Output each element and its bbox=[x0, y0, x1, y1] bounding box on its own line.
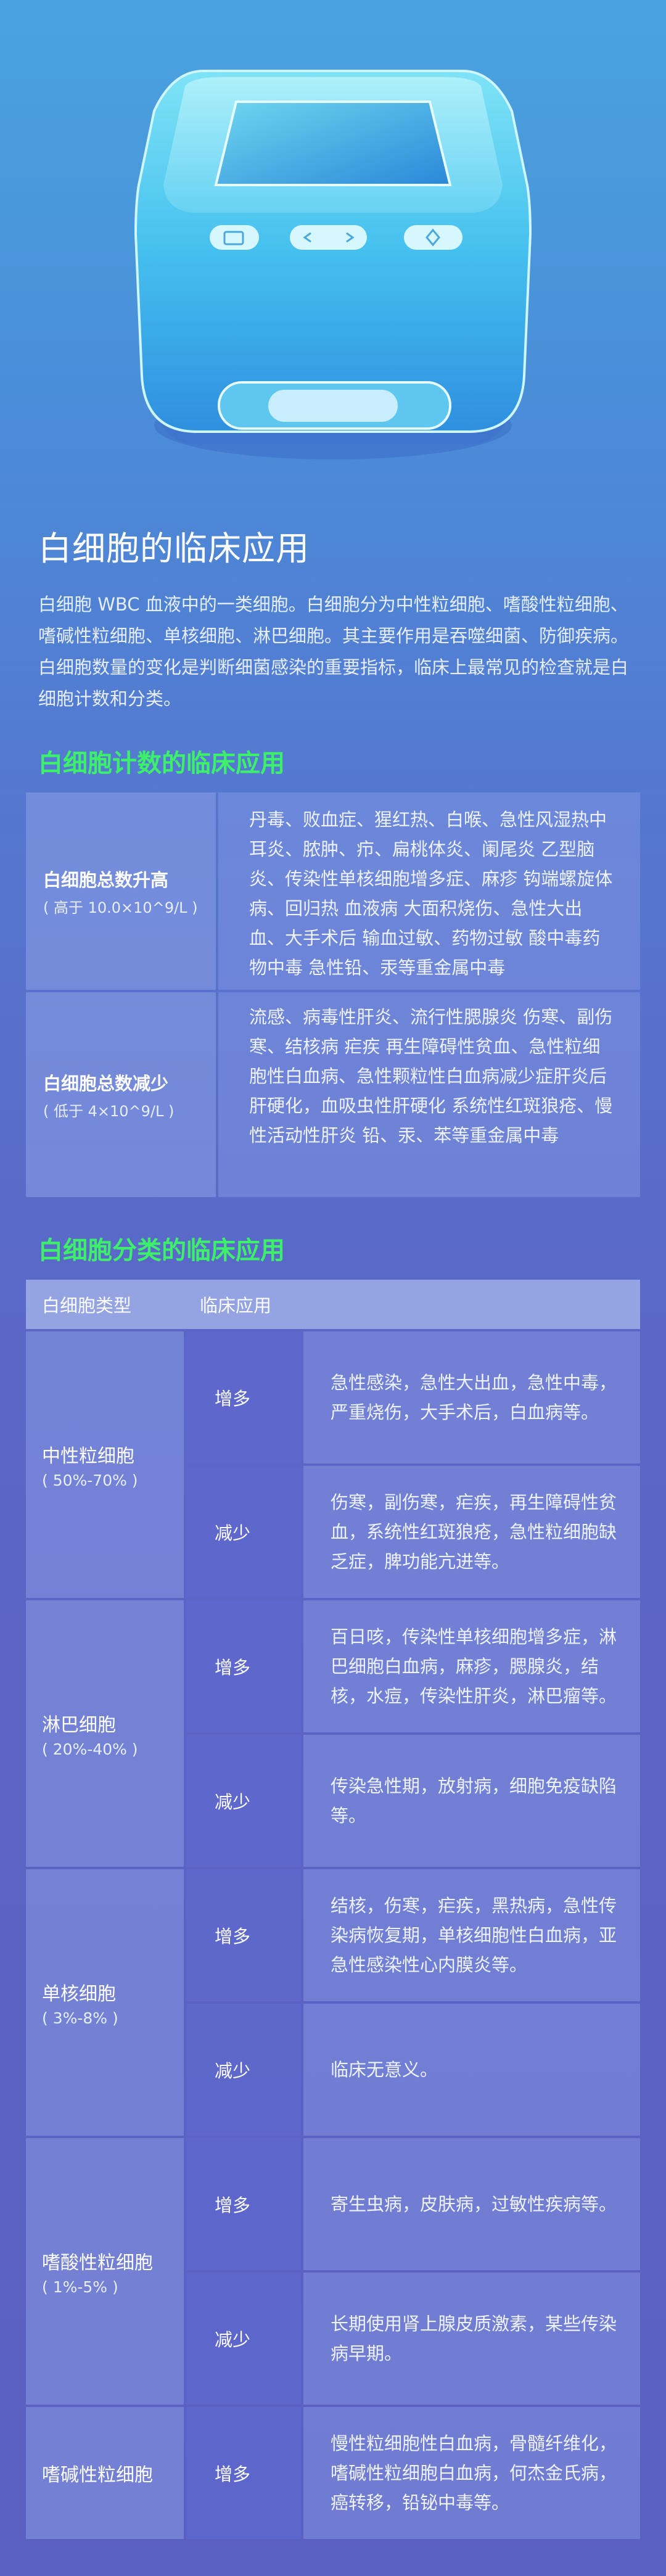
header-type: 白细胞类型 bbox=[42, 1295, 132, 1316]
change-label: 增多 bbox=[186, 1600, 301, 1732]
group-lymphocyte: 淋巴细胞 ( 20%-40% ) 增多 百日咳，传染性单核细胞增多症，淋巴细胞白… bbox=[26, 1600, 640, 1867]
change-text: 百日咳，传染性单核细胞增多症，淋巴细胞白血病，麻疹，腮腺炎，结核，水痘，传染性肝… bbox=[303, 1600, 640, 1732]
change-text: 传染急性期，放射病，细胞免疫缺陷等。 bbox=[303, 1735, 640, 1867]
classification-table: 白细胞类型 临床应用 中性粒细胞 ( 50%-70% ) 增多 急性感染，急性大… bbox=[26, 1280, 640, 2539]
cell-type-range: ( 50%-70% ) bbox=[42, 1471, 138, 1489]
table-row: 减少 长期使用肾上腺皮质激素，某些传染病早期。 bbox=[186, 2273, 640, 2405]
table-row: 增多 急性感染，急性大出血，急性中毒，严重烧伤，大手术后，白血病等。 bbox=[186, 1331, 640, 1463]
intro-paragraph: 白细胞 WBC 血液中的一类细胞。白细胞分为中性粒细胞、嗜酸性粒细胞、嗜碱性粒细… bbox=[38, 594, 629, 709]
table-row: 增多 结核，伤寒，疟疾，黑热病，急性传染病恢复期，单核细胞性白血病，亚急性感染性… bbox=[186, 1869, 640, 2001]
change-text: 寄生虫病，皮肤病，过敏性疾病等。 bbox=[303, 2138, 640, 2270]
change-label: 减少 bbox=[186, 2273, 301, 2405]
count-table: 白细胞总数升高 ( 高于 10.0×10^9/L ) 丹毒、败血症、猩红热、白喉… bbox=[26, 792, 640, 1197]
change-label: 增多 bbox=[186, 2138, 301, 2270]
change-text: 临床无意义。 bbox=[303, 2004, 640, 2136]
change-text: 长期使用肾上腺皮质激素，某些传染病早期。 bbox=[303, 2273, 640, 2405]
change-label: 减少 bbox=[186, 2004, 301, 2136]
cell-type-name: 淋巴细胞 bbox=[42, 1714, 116, 1736]
cell-type-name: 单核细胞 bbox=[42, 1983, 116, 2005]
table-row-decrease: 白细胞总数减少 ( 低于 4×10^9/L ) 流感、病毒性肝炎、流行性腮腺炎 … bbox=[26, 992, 640, 1197]
change-label: 减少 bbox=[186, 1735, 301, 1867]
row-range: ( 低于 4×10^9/L ) bbox=[43, 1102, 175, 1120]
table-row: 增多 慢性粒细胞性白血病，骨髓纤维化，嗜碱性粒细胞白血病，何杰金氏病，癌转移，铅… bbox=[186, 2407, 640, 2539]
row-diseases: 丹毒、败血症、猩红热、白喉、急性风湿热中耳炎、脓肿、疖、扁桃体炎、阑尾炎 乙型脑… bbox=[218, 792, 640, 990]
group-neutrophil: 中性粒细胞 ( 50%-70% ) 增多 急性感染，急性大出血，急性中毒，严重烧… bbox=[26, 1331, 640, 1598]
cell-type: 单核细胞 ( 3%-8% ) bbox=[26, 1869, 184, 2136]
class-section-title: 白细胞分类的临床应用 bbox=[38, 1237, 285, 1265]
cell-type: 嗜碱性粒细胞 bbox=[26, 2407, 184, 2539]
change-label: 增多 bbox=[186, 1331, 301, 1463]
change-label: 增多 bbox=[186, 1869, 301, 2001]
table-row: 增多 寄生虫病，皮肤病，过敏性疾病等。 bbox=[186, 2138, 640, 2270]
cell-type-name: 嗜碱性粒细胞 bbox=[42, 2464, 153, 2486]
group-basophil: 嗜碱性粒细胞 增多 慢性粒细胞性白血病，骨髓纤维化，嗜碱性粒细胞白血病，何杰金氏… bbox=[26, 2407, 640, 2539]
analyzer-device-illustration bbox=[134, 69, 532, 459]
cell-type-name: 中性粒细胞 bbox=[42, 1445, 134, 1467]
row-diseases: 流感、病毒性肝炎、流行性腮腺炎 伤寒、副伤寒、结核病 疟疾 再生障碍性贫血、急性… bbox=[218, 992, 640, 1197]
change-label: 增多 bbox=[186, 2407, 301, 2539]
table-row-increase: 白细胞总数升高 ( 高于 10.0×10^9/L ) 丹毒、败血症、猩红热、白喉… bbox=[26, 792, 640, 990]
row-range: ( 高于 10.0×10^9/L ) bbox=[43, 899, 198, 916]
change-text: 慢性粒细胞性白血病，骨髓纤维化，嗜碱性粒细胞白血病，何杰金氏病，癌转移，铅铋中毒… bbox=[303, 2407, 640, 2539]
header-use: 临床应用 bbox=[200, 1295, 272, 1316]
cell-type: 淋巴细胞 ( 20%-40% ) bbox=[26, 1600, 184, 1867]
table-row: 减少 传染急性期，放射病，细胞免疫缺陷等。 bbox=[186, 1735, 640, 1867]
table-row: 增多 百日咳，传染性单核细胞增多症，淋巴细胞白血病，麻疹，腮腺炎，结核，水痘，传… bbox=[186, 1600, 640, 1732]
change-label: 减少 bbox=[186, 1466, 301, 1598]
change-text: 急性感染，急性大出血，急性中毒，严重烧伤，大手术后，白血病等。 bbox=[303, 1331, 640, 1463]
cell-type: 中性粒细胞 ( 50%-70% ) bbox=[26, 1331, 184, 1598]
change-text: 伤寒，副伤寒，疟疾，再生障碍性贫血，系统性红斑狼疮，急性粒细胞缺乏症，脾功能亢进… bbox=[303, 1466, 640, 1598]
change-text: 结核，伤寒，疟疾，黑热病，急性传染病恢复期，单核细胞性白血病，亚急性感染性心内膜… bbox=[303, 1869, 640, 2001]
cell-type-range: ( 1%-5% ) bbox=[42, 2278, 118, 2296]
cell-type-name: 嗜酸性粒细胞 bbox=[42, 2252, 153, 2274]
cell-type-range: ( 20%-40% ) bbox=[42, 1740, 138, 1758]
intro-title: 白细胞的临床应用 bbox=[38, 529, 310, 568]
row-label: 白细胞总数减少 bbox=[43, 1072, 169, 1094]
row-header: 白细胞总数升高 ( 高于 10.0×10^9/L ) bbox=[26, 792, 216, 990]
row-label: 白细胞总数升高 bbox=[43, 869, 169, 891]
count-section-title: 白细胞计数的临床应用 bbox=[38, 749, 285, 778]
group-monocyte: 单核细胞 ( 3%-8% ) 增多 结核，伤寒，疟疾，黑热病，急性传染病恢复期，… bbox=[26, 1869, 640, 2136]
cell-type: 嗜酸性粒细胞 ( 1%-5% ) bbox=[26, 2138, 184, 2405]
row-header: 白细胞总数减少 ( 低于 4×10^9/L ) bbox=[26, 992, 216, 1197]
table-row: 减少 伤寒，副伤寒，疟疾，再生障碍性贫血，系统性红斑狼疮，急性粒细胞缺乏症，脾功… bbox=[186, 1466, 640, 1598]
table-header: 白细胞类型 临床应用 bbox=[26, 1280, 640, 1329]
cell-type-range: ( 3%-8% ) bbox=[42, 2009, 118, 2027]
table-row: 减少 临床无意义。 bbox=[186, 2004, 640, 2136]
group-eosinophil: 嗜酸性粒细胞 ( 1%-5% ) 增多 寄生虫病，皮肤病，过敏性疾病等。 减少 … bbox=[26, 2138, 640, 2405]
